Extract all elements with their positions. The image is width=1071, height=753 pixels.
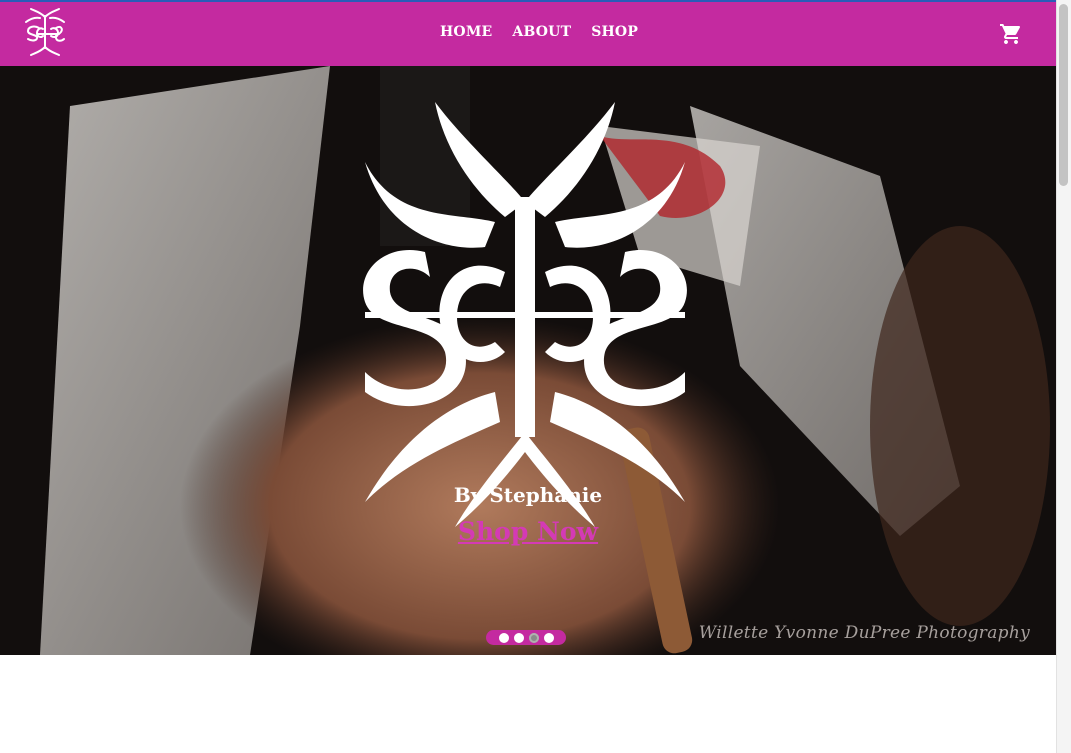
navbar: HOME ABOUT SHOP xyxy=(0,2,1056,66)
main-nav: HOME ABOUT SHOP xyxy=(440,24,658,40)
hero-carousel: By Stephanie Shop Now Willette Yvonne Du… xyxy=(0,66,1056,655)
hero-brand-logo xyxy=(363,102,687,527)
carousel-dot-1[interactable] xyxy=(498,632,509,643)
carousel-indicators xyxy=(486,630,566,645)
shop-now-link[interactable]: Shop Now xyxy=(0,517,1056,546)
hero-byline: By Stephanie xyxy=(453,483,603,507)
nav-shop-link[interactable]: SHOP xyxy=(591,24,638,40)
photo-credit-watermark: Willette Yvonne DuPree Photography xyxy=(698,623,1030,643)
carousel-dot-3[interactable] xyxy=(528,632,539,643)
page-scrollbar-thumb[interactable] xyxy=(1059,4,1068,186)
brand-logo-icon[interactable] xyxy=(20,7,70,57)
nav-about-link[interactable]: ABOUT xyxy=(512,24,571,40)
nav-home-link[interactable]: HOME xyxy=(440,24,492,40)
carousel-dot-4[interactable] xyxy=(543,632,554,643)
carousel-dot-2[interactable] xyxy=(513,632,524,643)
shopping-cart-icon[interactable] xyxy=(999,22,1023,46)
